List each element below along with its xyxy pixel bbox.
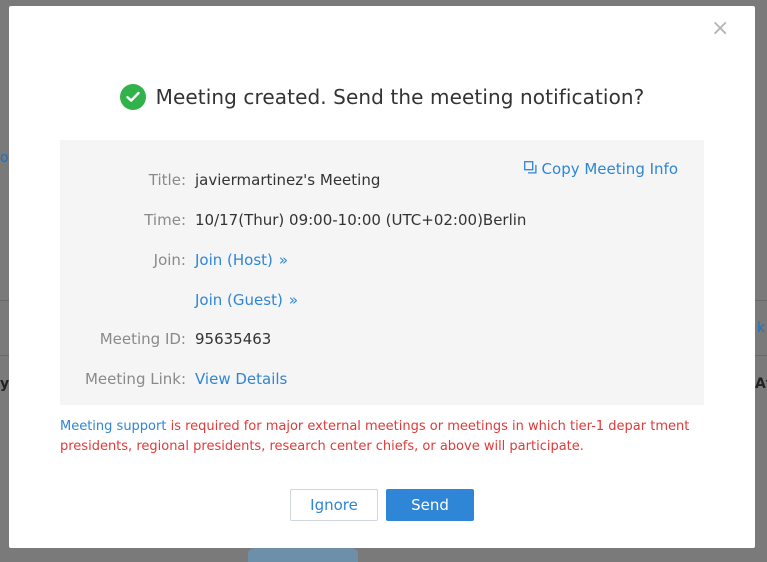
check-circle-icon xyxy=(119,84,146,110)
title-row: Title: javiermartinez's Meeting xyxy=(60,168,704,192)
join-label: Join: xyxy=(153,251,186,269)
meeting-created-dialog: × Meeting created. Send the meeting noti… xyxy=(9,6,755,548)
meeting-support-notice: Meeting support is required for major ex… xyxy=(60,417,700,457)
meeting-id-row: Meeting ID: 95635463 xyxy=(60,327,704,351)
double-chevron-right-icon: » xyxy=(278,251,289,269)
time-value: 10/17(Thur) 09:00-10:00 (UTC+02:00)Berli… xyxy=(195,211,527,229)
join-host-link[interactable]: Join (Host) xyxy=(195,251,273,269)
meeting-id-value: 95635463 xyxy=(195,330,272,348)
time-label: Time: xyxy=(144,211,186,229)
join-host-row: Join: Join (Host) » xyxy=(60,248,704,272)
meeting-link-row: Meeting Link: View Details xyxy=(60,367,704,391)
meeting-id-label: Meeting ID: xyxy=(99,330,186,348)
close-icon[interactable]: × xyxy=(711,18,729,40)
view-details-link[interactable]: View Details xyxy=(195,370,287,388)
time-row: Time: 10/17(Thur) 09:00-10:00 (UTC+02:00… xyxy=(60,208,704,232)
meeting-support-link[interactable]: Meeting support xyxy=(60,419,166,434)
send-button[interactable]: Send xyxy=(386,489,474,521)
dialog-title: Meeting created. Send the meeting notifi… xyxy=(155,85,645,109)
title-value: javiermartinez's Meeting xyxy=(195,171,381,189)
join-guest-link[interactable]: Join (Guest) xyxy=(195,291,283,309)
title-label: Title: xyxy=(148,171,186,189)
ignore-button[interactable]: Ignore xyxy=(290,489,378,521)
dialog-headline: Meeting created. Send the meeting notifi… xyxy=(9,82,755,112)
meeting-link-label: Meeting Link: xyxy=(84,370,186,388)
background-link-fragment-right[interactable]: k xyxy=(757,320,765,336)
join-guest-row: Join (Guest) » xyxy=(60,288,704,312)
background-text-fragment: y xyxy=(0,376,10,392)
meeting-info-panel: Copy Meeting Info Title: javiermartinez'… xyxy=(60,140,704,405)
double-chevron-right-icon: » xyxy=(288,291,298,309)
background-text-fragment-right: At xyxy=(755,376,767,392)
